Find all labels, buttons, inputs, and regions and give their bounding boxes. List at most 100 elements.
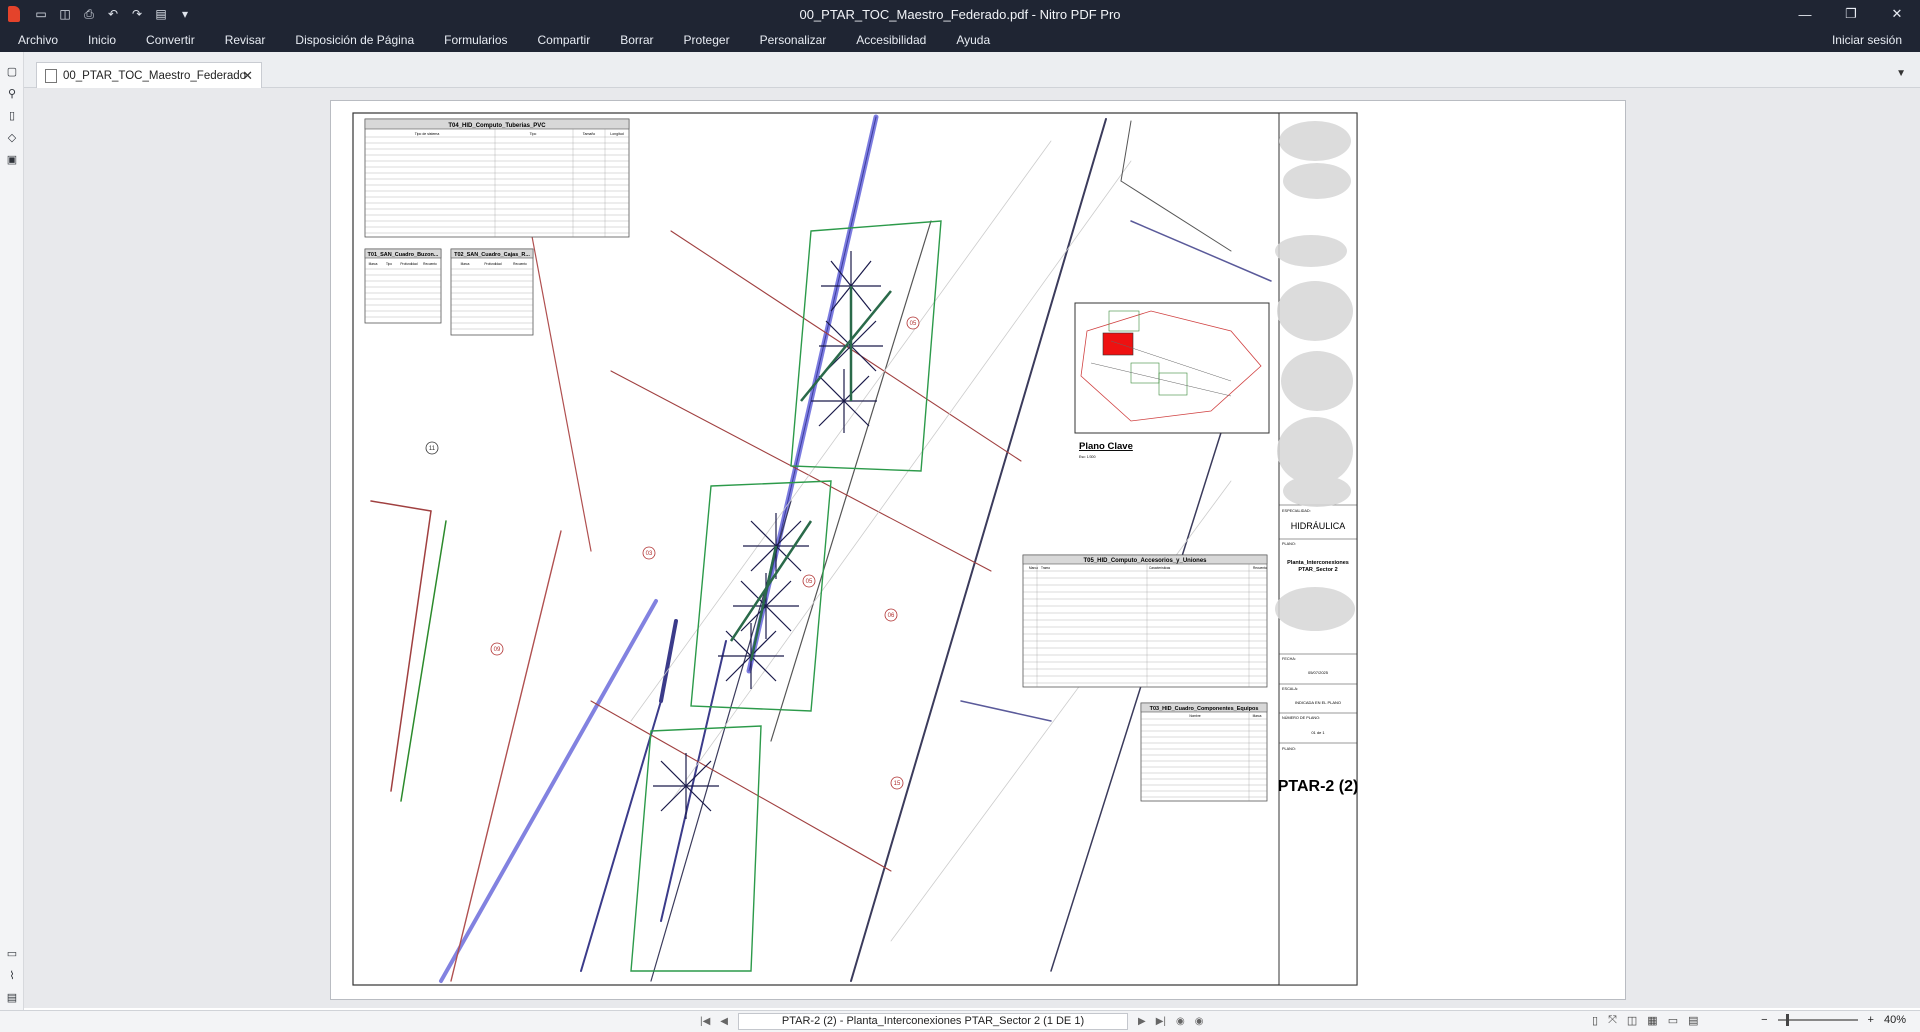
- redo-icon[interactable]: ↷: [128, 5, 146, 23]
- minimize-button[interactable]: —: [1782, 0, 1828, 28]
- more-icon[interactable]: ▾: [176, 5, 194, 23]
- menu-proteger[interactable]: Proteger: [669, 28, 745, 52]
- plan-name-1: Planta_Interconexiones: [1287, 560, 1349, 566]
- two-page-icon[interactable]: ◫: [1627, 1014, 1637, 1027]
- sheet-label: PLANO:: [1282, 747, 1296, 751]
- callout-11: 11: [429, 446, 436, 452]
- forward-view-icon[interactable]: ◉: [1195, 1016, 1204, 1027]
- callout-05-a: 05: [910, 321, 917, 327]
- t01-header-3: Profundidad: [400, 262, 417, 266]
- plan-drawing: T04_HID_Computo_Tuberias_PVC Tipo de sis…: [352, 112, 1359, 986]
- t01-header-2: Tipo: [386, 262, 392, 266]
- table-t05: T05_HID_Computo_Accesorios_y_Uniones Mar…: [1022, 554, 1268, 688]
- table-t03: T03_HID_Cuadro_Componentes_Equipos Nombr…: [1140, 702, 1268, 802]
- status-bar: |◀ ◀ PTAR-2 (2) - Planta_Interconexiones…: [0, 1010, 1920, 1032]
- attachments-icon[interactable]: ⌇: [0, 964, 24, 986]
- scale-label: ESCALA:: [1282, 687, 1298, 691]
- window-title: 00_PTAR_TOC_Maestro_Federado.pdf - Nitro…: [799, 6, 1121, 22]
- zoom-level[interactable]: 40%: [1884, 1014, 1906, 1026]
- quick-access-toolbar: ▭ ◫ ⎙ ↶ ↷ ▤ ▾: [32, 5, 194, 23]
- sheet-code: PTAR-2 (2): [1278, 778, 1359, 795]
- t04-title: T04_HID_Computo_Tuberias_PVC: [448, 123, 546, 129]
- date-label: FECHA:: [1282, 657, 1296, 661]
- table-t01: T01_SAN_Cuadro_Buzon... Marca Tipo Profu…: [364, 248, 442, 324]
- continuous-icon[interactable]: ▦: [1647, 1014, 1657, 1027]
- save-icon[interactable]: ◫: [56, 5, 74, 23]
- last-page-icon[interactable]: ▶|: [1156, 1016, 1166, 1027]
- specialty-label: ESPECIALIDAD:: [1282, 509, 1311, 513]
- comments-icon[interactable]: ▭: [0, 942, 24, 964]
- t04-header-4: Longitud: [610, 132, 623, 136]
- document-tab[interactable]: 00_PTAR_TOC_Maestro_Federado ✕: [36, 62, 262, 88]
- fit-icon[interactable]: ⤧: [1608, 1014, 1617, 1027]
- presentation-icon[interactable]: ▭: [1668, 1014, 1678, 1027]
- title-block: ESPECIALIDAD: HIDRÁULICA PLANO: Planta_I…: [1275, 112, 1359, 986]
- t05-header-1: Marca: [1029, 566, 1038, 570]
- reading-icon[interactable]: ▤: [1688, 1014, 1698, 1027]
- lock-icon[interactable]: ▣: [0, 148, 24, 170]
- date-value: 05/07/2025: [1308, 670, 1329, 675]
- t04-header-2: Tipo: [530, 132, 537, 136]
- next-page-icon[interactable]: ▶: [1138, 1016, 1146, 1027]
- callouts: 05 05 03 06 09 11 15: [425, 316, 920, 790]
- t05-header-4: Recuento: [1253, 566, 1267, 570]
- t01-header-4: Recuento: [423, 262, 437, 266]
- bookmark-icon[interactable]: ▯: [0, 104, 24, 126]
- close-tab-icon[interactable]: ✕: [242, 68, 253, 84]
- undo-icon[interactable]: ↶: [104, 5, 122, 23]
- tag-icon[interactable]: ◇: [0, 126, 24, 148]
- view-mode-buttons: ▯ ⤧ ◫ ▦ ▭ ▤: [1592, 1014, 1699, 1027]
- t04-header-1: Tipo de sistema: [415, 132, 440, 136]
- menu-convertir[interactable]: Convertir: [131, 28, 210, 52]
- t02-header-2: Profundidad: [484, 262, 501, 266]
- close-window-button[interactable]: ✕: [1874, 0, 1920, 28]
- menu-borrar[interactable]: Borrar: [605, 28, 668, 52]
- treatment-basins: [630, 220, 942, 972]
- t03-header-1: Nombre: [1189, 714, 1201, 718]
- first-page-icon[interactable]: |◀: [700, 1016, 710, 1027]
- t05-title: T05_HID_Computo_Accesorios_y_Uniones: [1083, 558, 1207, 564]
- zoom-in-icon[interactable]: +: [1868, 1014, 1874, 1026]
- callout-06: 06: [888, 613, 895, 619]
- menu-archivo[interactable]: Archivo: [0, 28, 73, 52]
- pages-icon[interactable]: ▢: [0, 60, 24, 82]
- t03-title: T03_HID_Cuadro_Componentes_Equipos: [1150, 706, 1259, 712]
- callout-03: 03: [646, 551, 653, 557]
- t05-header-3: Características: [1149, 566, 1171, 570]
- page-navigation: |◀ ◀ PTAR-2 (2) - Planta_Interconexiones…: [700, 1013, 1203, 1030]
- menu-formularios[interactable]: Formularios: [429, 28, 522, 52]
- document-icon: [45, 68, 57, 83]
- callout-05-b: 05: [806, 579, 813, 585]
- layers-icon[interactable]: ▤: [0, 986, 24, 1008]
- pdf-page: T04_HID_Computo_Tuberias_PVC Tipo de sis…: [330, 100, 1626, 1000]
- prev-page-icon[interactable]: ◀: [720, 1016, 728, 1027]
- zoom-slider[interactable]: [1777, 1014, 1858, 1026]
- open-folder-icon[interactable]: ▭: [32, 5, 50, 23]
- menu-ayuda[interactable]: Ayuda: [941, 28, 1005, 52]
- zoom-out-icon[interactable]: −: [1761, 1014, 1767, 1026]
- restore-button[interactable]: ❐: [1828, 0, 1874, 28]
- t02-header-3: Recuento: [513, 262, 527, 266]
- plan-label: PLANO:: [1282, 542, 1296, 546]
- print-icon[interactable]: ⎙: [80, 5, 98, 23]
- menu-inicio[interactable]: Inicio: [73, 28, 131, 52]
- table-t02: T02_SAN_Cuadro_Cajas_R... Marca Profundi…: [450, 248, 534, 336]
- menu-compartir[interactable]: Compartir: [523, 28, 606, 52]
- table-t04: T04_HID_Computo_Tuberias_PVC Tipo de sis…: [364, 118, 630, 238]
- menu-revisar[interactable]: Revisar: [210, 28, 281, 52]
- signin-link[interactable]: Iniciar sesión: [1832, 28, 1902, 52]
- plan-name-2: PTAR_Sector 2: [1298, 567, 1337, 573]
- t05-header-2: Tramo: [1041, 566, 1050, 570]
- key-plan-scale: Esc: 1/300: [1079, 455, 1096, 459]
- menu-accesibilidad[interactable]: Accesibilidad: [841, 28, 941, 52]
- t04-header-3: Tamaño: [583, 132, 596, 136]
- search-icon[interactable]: ⚲: [0, 82, 24, 104]
- page-indicator[interactable]: PTAR-2 (2) - Planta_Interconexiones PTAR…: [738, 1013, 1128, 1030]
- single-page-icon[interactable]: ▯: [1592, 1014, 1598, 1027]
- menu-disposicion[interactable]: Disposición de Página: [280, 28, 429, 52]
- document-viewer[interactable]: T04_HID_Computo_Tuberias_PVC Tipo de sis…: [24, 88, 1920, 1008]
- back-view-icon[interactable]: ◉: [1176, 1016, 1185, 1027]
- tab-list-chevron-icon[interactable]: ▼: [1896, 68, 1906, 79]
- page-icon[interactable]: ▤: [152, 5, 170, 23]
- menu-personalizar[interactable]: Personalizar: [745, 28, 842, 52]
